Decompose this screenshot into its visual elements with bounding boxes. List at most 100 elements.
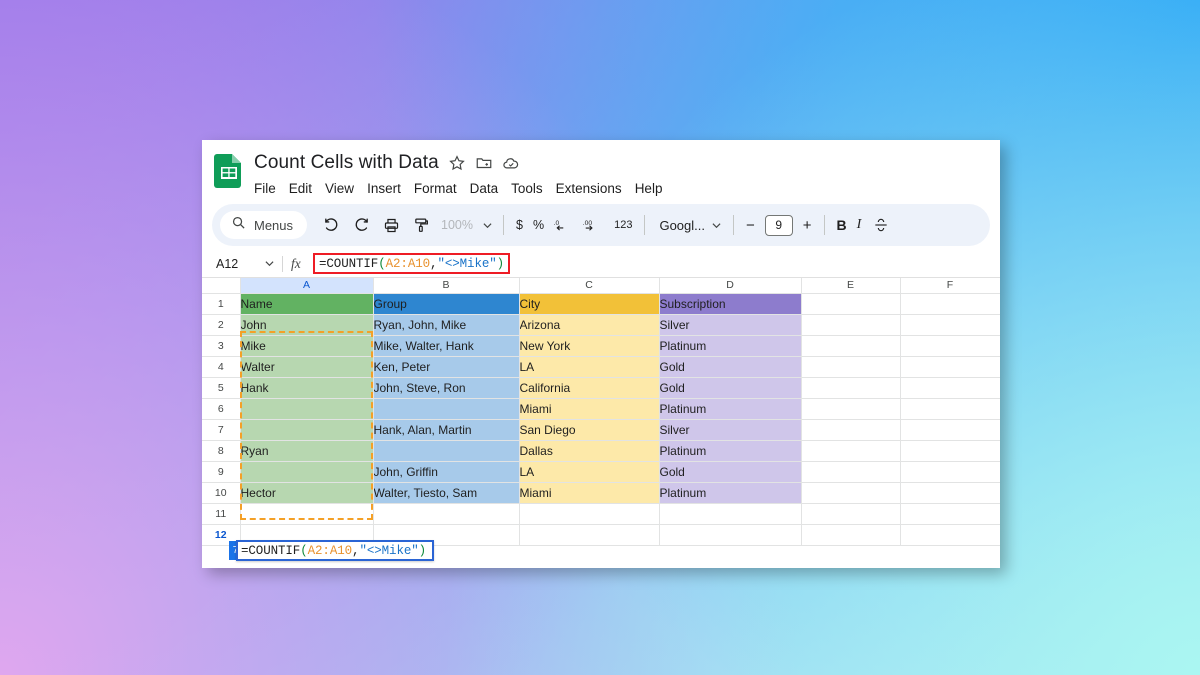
cell-b6[interactable] [373,398,519,419]
font-family-chevron-down-icon[interactable] [709,211,725,239]
cell-c8[interactable]: Dallas [519,440,659,461]
menu-help[interactable]: Help [635,181,663,201]
print-icon[interactable] [377,211,405,239]
font-family-selector[interactable]: Googl... [653,211,707,239]
cell-b1[interactable]: Group [373,293,519,314]
cell-d3[interactable]: Platinum [659,335,801,356]
star-icon[interactable] [448,154,466,172]
move-to-folder-icon[interactable] [475,154,493,172]
cell-f12[interactable] [900,524,1000,545]
name-box[interactable]: A12 [208,253,280,275]
formula-input[interactable]: =COUNTIF(A2:A10,"<>Mike") [319,257,504,271]
cell-a6[interactable] [240,398,373,419]
cell-b3[interactable]: Mike, Walter, Hank [373,335,519,356]
column-header-f[interactable]: F [900,278,1000,293]
row-header-6[interactable]: 6 [202,398,240,419]
column-header-d[interactable]: D [659,278,801,293]
zoom-level[interactable]: 100% [437,211,477,239]
cell-c1[interactable]: City [519,293,659,314]
cell-a10[interactable]: Hector [240,482,373,503]
cell-d12[interactable] [659,524,801,545]
decrease-font-size-button[interactable]: − [742,211,759,239]
menu-view[interactable]: View [325,181,354,201]
menu-data[interactable]: Data [470,181,499,201]
cell-e12[interactable] [801,524,900,545]
cell-c2[interactable]: Arizona [519,314,659,335]
cell-b9[interactable]: John, Griffin [373,461,519,482]
cell-c11[interactable] [519,503,659,524]
search-menus-box[interactable]: Menus [220,211,307,239]
menu-file[interactable]: File [254,181,276,201]
cell-f4[interactable] [900,356,1000,377]
cell-f9[interactable] [900,461,1000,482]
cell-f8[interactable] [900,440,1000,461]
strikethrough-button[interactable] [867,211,895,239]
cell-f3[interactable] [900,335,1000,356]
row-header-9[interactable]: 9 [202,461,240,482]
cell-f11[interactable] [900,503,1000,524]
cell-a5[interactable]: Hank [240,377,373,398]
cell-a2[interactable]: John [240,314,373,335]
cell-e6[interactable] [801,398,900,419]
row-header-5[interactable]: 5 [202,377,240,398]
name-box-chevron-down-icon[interactable] [265,259,274,268]
cell-e5[interactable] [801,377,900,398]
row-header-7[interactable]: 7 [202,419,240,440]
cell-b5[interactable]: John, Steve, Ron [373,377,519,398]
menu-tools[interactable]: Tools [511,181,543,201]
cell-e9[interactable] [801,461,900,482]
row-header-3[interactable]: 3 [202,335,240,356]
decrease-decimal-icon[interactable]: .0 [550,211,578,239]
cell-c9[interactable]: LA [519,461,659,482]
row-header-11[interactable]: 11 [202,503,240,524]
cell-b8[interactable] [373,440,519,461]
cell-d5[interactable]: Gold [659,377,801,398]
row-header-10[interactable]: 10 [202,482,240,503]
cell-c12[interactable] [519,524,659,545]
undo-icon[interactable] [317,211,345,239]
column-header-c[interactable]: C [519,278,659,293]
menu-format[interactable]: Format [414,181,457,201]
menu-edit[interactable]: Edit [289,181,312,201]
cell-f7[interactable] [900,419,1000,440]
cell-a1[interactable]: Name [240,293,373,314]
increase-decimal-icon[interactable]: .00 [580,211,608,239]
cell-c4[interactable]: LA [519,356,659,377]
select-all-corner[interactable] [202,278,240,293]
cell-e2[interactable] [801,314,900,335]
cell-b4[interactable]: Ken, Peter [373,356,519,377]
cell-c3[interactable]: New York [519,335,659,356]
cell-a11[interactable] [240,503,373,524]
bold-button[interactable]: B [833,211,851,239]
cell-f5[interactable] [900,377,1000,398]
cell-a9[interactable] [240,461,373,482]
cell-d1[interactable]: Subscription [659,293,801,314]
more-formats-button[interactable]: 123 [610,211,636,239]
cell-d2[interactable]: Silver [659,314,801,335]
cell-c7[interactable]: San Diego [519,419,659,440]
column-header-a[interactable]: A [240,278,373,293]
cell-a7[interactable] [240,419,373,440]
paint-format-icon[interactable] [407,211,435,239]
cell-d11[interactable] [659,503,801,524]
cell-b7[interactable]: Hank, Alan, Martin [373,419,519,440]
cloud-saved-icon[interactable] [502,154,520,172]
cell-c6[interactable]: Miami [519,398,659,419]
row-header-8[interactable]: 8 [202,440,240,461]
cell-d7[interactable]: Silver [659,419,801,440]
cell-a4[interactable]: Walter [240,356,373,377]
column-header-b[interactable]: B [373,278,519,293]
cell-d8[interactable]: Platinum [659,440,801,461]
cell-b2[interactable]: Ryan, John, Mike [373,314,519,335]
increase-font-size-button[interactable]: + [799,211,816,239]
font-size-input[interactable]: 9 [765,215,793,236]
cell-a8[interactable]: Ryan [240,440,373,461]
cell-f1[interactable] [900,293,1000,314]
percent-format-button[interactable]: % [529,211,548,239]
cell-d4[interactable]: Gold [659,356,801,377]
menu-extensions[interactable]: Extensions [556,181,622,201]
column-header-e[interactable]: E [801,278,900,293]
currency-format-button[interactable]: $ [512,211,527,239]
cell-f2[interactable] [900,314,1000,335]
cell-e11[interactable] [801,503,900,524]
